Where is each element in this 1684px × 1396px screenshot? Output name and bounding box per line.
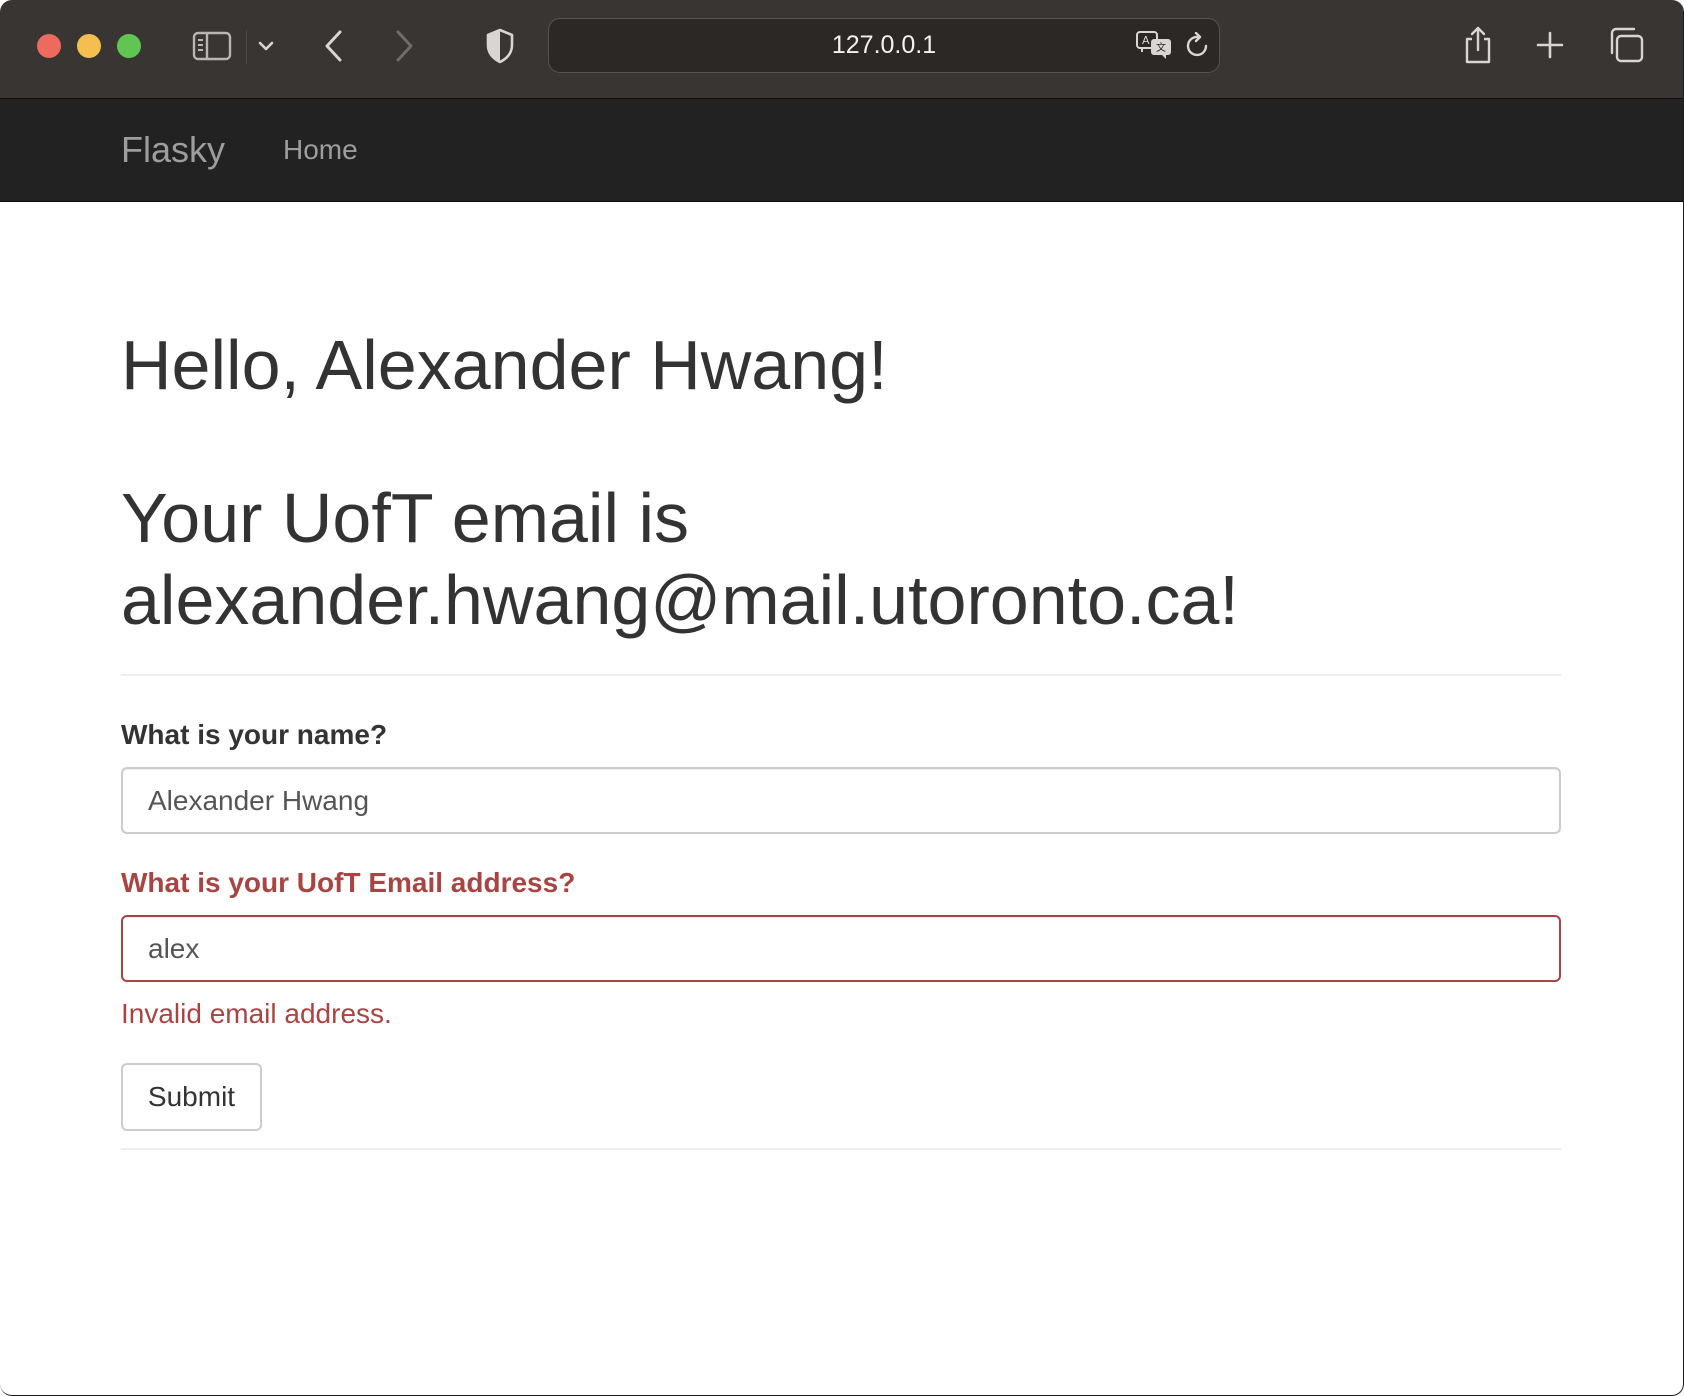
site-navbar: Flasky Home xyxy=(0,99,1683,202)
share-icon[interactable] xyxy=(1460,24,1496,66)
browser-toolbar: 127.0.0.1 A文 xyxy=(0,0,1683,99)
divider xyxy=(121,674,1561,676)
divider xyxy=(121,1148,1561,1150)
email-input[interactable] xyxy=(121,915,1561,982)
nav-link-home[interactable]: Home xyxy=(283,99,358,201)
name-input[interactable] xyxy=(121,767,1561,834)
address-bar[interactable]: 127.0.0.1 xyxy=(548,18,1220,73)
chevron-down-icon[interactable] xyxy=(254,34,278,58)
translate-icon[interactable]: A文 xyxy=(1134,28,1174,62)
plus-icon[interactable] xyxy=(1532,26,1568,64)
close-window-button[interactable] xyxy=(37,34,61,58)
privacy-shield-icon[interactable] xyxy=(482,26,518,66)
submit-button[interactable]: Submit xyxy=(121,1063,262,1131)
back-arrow-icon[interactable] xyxy=(318,26,350,66)
greeting-heading: Hello, Alexander Hwang! xyxy=(121,326,888,404)
reload-icon[interactable] xyxy=(1182,29,1214,63)
svg-text:文: 文 xyxy=(1156,41,1166,54)
address-url[interactable]: 127.0.0.1 xyxy=(549,19,1219,72)
zoom-window-button[interactable] xyxy=(117,34,141,58)
name-label: What is your name? xyxy=(121,719,388,750)
svg-text:A: A xyxy=(1142,34,1150,47)
tab-overview-icon[interactable] xyxy=(1606,25,1646,65)
email-label: What is your UofT Email address? xyxy=(121,867,576,898)
browser-window: 127.0.0.1 A文 Flasky Home Hello, Alexande… xyxy=(0,0,1684,1396)
navbar-brand[interactable]: Flasky xyxy=(121,99,225,201)
email-error-message: Invalid email address. xyxy=(121,998,392,1029)
forward-arrow-icon[interactable] xyxy=(388,26,420,66)
email-heading: Your UofT email is alexander.hwang@mail.… xyxy=(121,479,1239,639)
sidebar-icon[interactable] xyxy=(190,28,234,64)
toolbar-divider xyxy=(246,30,247,64)
minimize-window-button[interactable] xyxy=(77,34,101,58)
